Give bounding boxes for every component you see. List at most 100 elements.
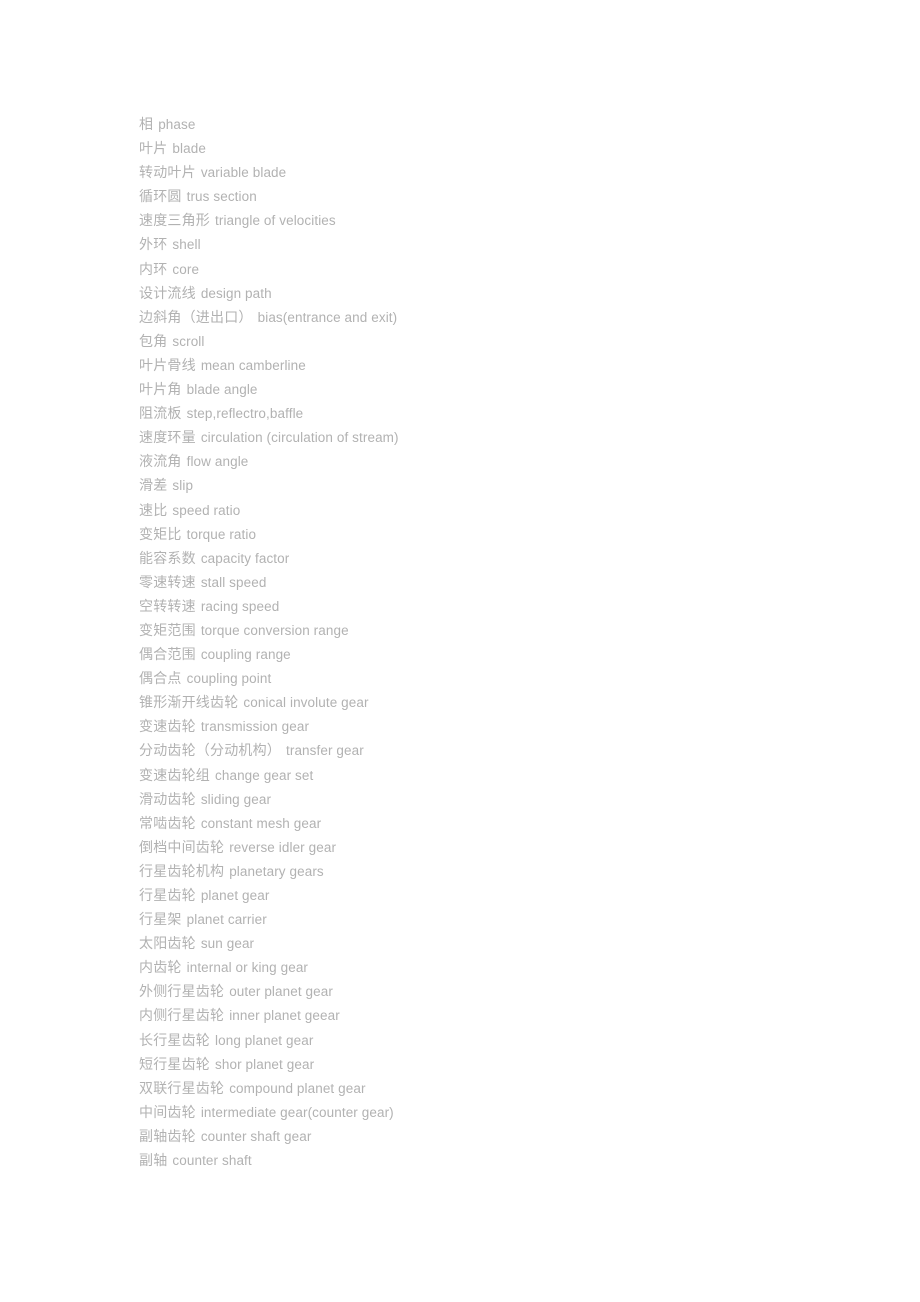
- glossary-entry: 变矩比 torque ratio: [139, 522, 879, 546]
- term-english: constant mesh gear: [200, 815, 322, 831]
- term-english: speed ratio: [172, 502, 241, 518]
- term-chinese: 速度三角形: [139, 212, 210, 229]
- glossary-entry: 阻流板 step,reflectro,baffle: [139, 401, 879, 425]
- glossary-entry: 包角 scroll: [139, 329, 879, 353]
- term-english: design path: [200, 285, 272, 301]
- term-english: inner planet geear: [229, 1008, 340, 1024]
- term-english: planetary gears: [229, 863, 324, 879]
- term-chinese: 倒档中间齿轮: [139, 838, 225, 855]
- glossary-entry: 副轴齿轮 counter shaft gear: [139, 1124, 879, 1148]
- term-chinese: 锥形渐开线齿轮: [139, 694, 239, 711]
- term-chinese: 常啮齿轮: [139, 814, 196, 831]
- term-english: shell: [172, 237, 201, 253]
- term-chinese: 速比: [139, 501, 168, 518]
- term-english: sliding gear: [200, 791, 272, 807]
- term-english: conical involute gear: [243, 695, 369, 711]
- term-chinese: 变矩比: [139, 525, 182, 542]
- term-english: flow angle: [186, 454, 249, 470]
- term-chinese: 空转转速: [139, 597, 196, 614]
- glossary-entry: 短行星齿轮 shor planet gear: [139, 1052, 879, 1076]
- term-english: variable blade: [200, 165, 287, 181]
- glossary-entry: 行星齿轮机构 planetary gears: [139, 859, 879, 883]
- term-chinese: 叶片骨线: [139, 356, 196, 373]
- term-english: long planet gear: [215, 1032, 314, 1048]
- glossary-entry: 外环 shell: [139, 232, 879, 256]
- glossary-entry: 副轴 counter shaft: [139, 1148, 879, 1172]
- term-english: triangle of velocities: [215, 213, 336, 229]
- term-chinese: 太阳齿轮: [139, 935, 196, 952]
- glossary-page: 相 phase 叶片 blade 转动叶片 variable blade 循环圆 trus s…: [0, 0, 920, 1302]
- glossary-entry: 内侧行星齿轮 inner planet geear: [139, 1003, 879, 1027]
- term-english: torque ratio: [186, 526, 257, 542]
- term-english: sun gear: [200, 936, 255, 952]
- glossary-entry: 内齿轮 internal or king gear: [139, 955, 879, 979]
- glossary-entry: 相 phase: [139, 112, 879, 136]
- term-chinese: 叶片: [139, 140, 168, 157]
- term-english: trus section: [186, 189, 257, 205]
- glossary-entry: 速度环量 circulation (circulation of stream): [139, 425, 879, 449]
- glossary-entry: 外侧行星齿轮 outer planet gear: [139, 979, 879, 1003]
- term-chinese: 偶合点: [139, 670, 182, 687]
- term-english: intermediate gear(counter gear): [200, 1104, 394, 1120]
- glossary-entry: 变速齿轮 transmission gear: [139, 714, 879, 738]
- glossary-entry: 速比 speed ratio: [139, 498, 879, 522]
- term-chinese: 循环圆: [139, 188, 182, 205]
- term-english: coupling range: [200, 647, 291, 663]
- glossary-entry: 内环 core: [139, 257, 879, 281]
- term-chinese: 滑动齿轮: [139, 790, 196, 807]
- term-chinese: 液流角: [139, 453, 182, 470]
- term-english: blade: [172, 141, 206, 157]
- term-english: internal or king gear: [186, 960, 309, 976]
- term-english: bias(entrance and exit): [257, 309, 398, 325]
- glossary-entry: 设计流线 design path: [139, 281, 879, 305]
- term-english: capacity factor: [200, 550, 290, 566]
- term-chinese: 变速齿轮组: [139, 766, 210, 783]
- term-english: counter shaft gear: [200, 1128, 312, 1144]
- term-english: circulation (circulation of stream): [200, 430, 399, 446]
- term-chinese: 中间齿轮: [139, 1103, 196, 1120]
- glossary-entry: 零速转速 stall speed: [139, 570, 879, 594]
- glossary-entry: 速度三角形 triangle of velocities: [139, 208, 879, 232]
- term-english: core: [172, 261, 200, 277]
- term-english: coupling point: [186, 671, 272, 687]
- glossary-entry: 液流角 flow angle: [139, 449, 879, 473]
- term-chinese: 外侧行星齿轮: [139, 983, 225, 1000]
- term-english: shor planet gear: [215, 1056, 315, 1072]
- term-chinese: 双联行星齿轮: [139, 1079, 225, 1096]
- term-chinese: 内环: [139, 260, 168, 277]
- term-chinese: 内侧行星齿轮: [139, 1007, 225, 1024]
- term-chinese: 行星齿轮机构: [139, 862, 225, 879]
- glossary-entry: 转动叶片 variable blade: [139, 160, 879, 184]
- glossary-entry: 滑差 slip: [139, 473, 879, 497]
- term-english: stall speed: [200, 574, 267, 590]
- term-english: step,reflectro,baffle: [186, 406, 304, 422]
- glossary-entry: 空转转速 racing speed: [139, 594, 879, 618]
- glossary-entry: 边斜角（进出口） bias(entrance and exit): [139, 305, 879, 329]
- term-english: transmission gear: [200, 719, 310, 735]
- term-english: change gear set: [215, 767, 314, 783]
- term-english: torque conversion range: [200, 622, 349, 638]
- term-chinese: 变速齿轮: [139, 718, 196, 735]
- term-chinese: 阻流板: [139, 405, 182, 422]
- term-english: compound planet gear: [229, 1080, 366, 1096]
- term-chinese: 长行星齿轮: [139, 1031, 210, 1048]
- term-english: slip: [172, 478, 194, 494]
- glossary-entry: 行星齿轮 planet gear: [139, 883, 879, 907]
- term-chinese: 设计流线: [139, 284, 196, 301]
- term-chinese: 叶片角: [139, 381, 182, 398]
- glossary-entry: 偶合点 coupling point: [139, 666, 879, 690]
- glossary-entry: 叶片 blade: [139, 136, 879, 160]
- term-chinese: 转动叶片: [139, 164, 196, 181]
- term-chinese: 能容系数: [139, 549, 196, 566]
- glossary-entry: 叶片角 blade angle: [139, 377, 879, 401]
- term-english: outer planet gear: [229, 984, 333, 1000]
- glossary-term-list: 相 phase 叶片 blade 转动叶片 variable blade 循环圆 trus s…: [139, 112, 879, 1172]
- glossary-entry: 太阳齿轮 sun gear: [139, 931, 879, 955]
- term-chinese: 短行星齿轮: [139, 1055, 210, 1072]
- term-chinese: 速度环量: [139, 429, 196, 446]
- term-english: planet carrier: [186, 912, 267, 928]
- term-chinese: 零速转速: [139, 573, 196, 590]
- term-english: reverse idler gear: [229, 839, 337, 855]
- term-chinese: 外环: [139, 236, 168, 253]
- term-english: mean camberline: [200, 357, 306, 373]
